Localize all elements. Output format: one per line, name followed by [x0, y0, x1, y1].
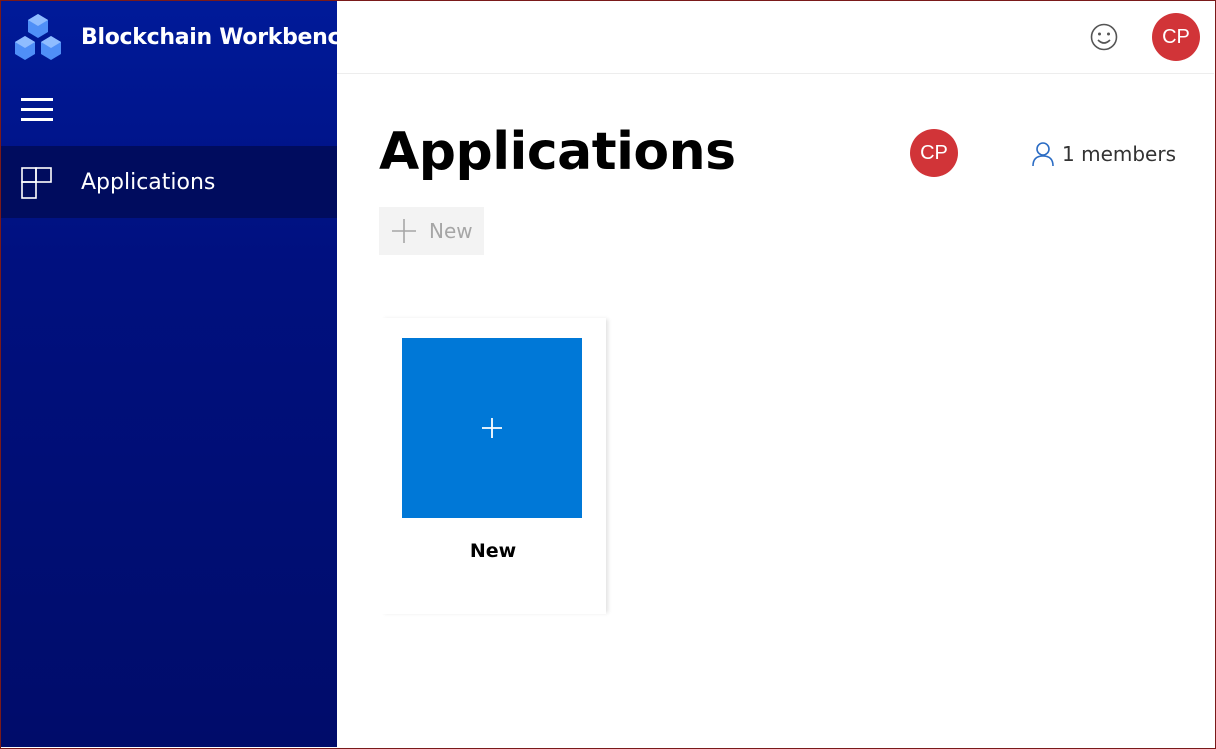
new-button-label: New — [429, 219, 473, 243]
hamburger-line — [21, 108, 53, 111]
sidebar-item-applications[interactable]: Applications — [1, 146, 337, 218]
smiley-icon[interactable] — [1088, 21, 1120, 53]
card-label: New — [469, 540, 517, 562]
app-title: Blockchain Workbench — [81, 25, 356, 50]
hamburger-line — [21, 118, 53, 121]
members-count: 1 members — [1062, 142, 1176, 166]
person-icon — [1032, 142, 1054, 167]
brand-header: Blockchain Workbench — [1, 1, 356, 75]
blockchain-logo-icon — [15, 14, 61, 60]
sidebar: Blockchain Workbench Applications — [1, 1, 356, 747]
tiles-icon — [21, 167, 52, 199]
plus-icon — [482, 418, 502, 438]
new-application-card[interactable]: New — [380, 318, 606, 614]
hamburger-line — [21, 98, 53, 101]
owner-avatar[interactable]: CP — [910, 129, 958, 177]
page-title: Applications — [379, 122, 736, 182]
menu-toggle-button[interactable] — [21, 96, 55, 124]
sidebar-item-label: Applications — [81, 170, 216, 195]
members-button[interactable]: 1 members — [1031, 139, 1176, 169]
card-tile — [402, 338, 582, 518]
plus-icon — [392, 219, 416, 243]
new-application-button[interactable]: New — [379, 207, 484, 255]
top-bar: CP — [337, 1, 1214, 74]
user-avatar[interactable]: CP — [1152, 13, 1200, 61]
